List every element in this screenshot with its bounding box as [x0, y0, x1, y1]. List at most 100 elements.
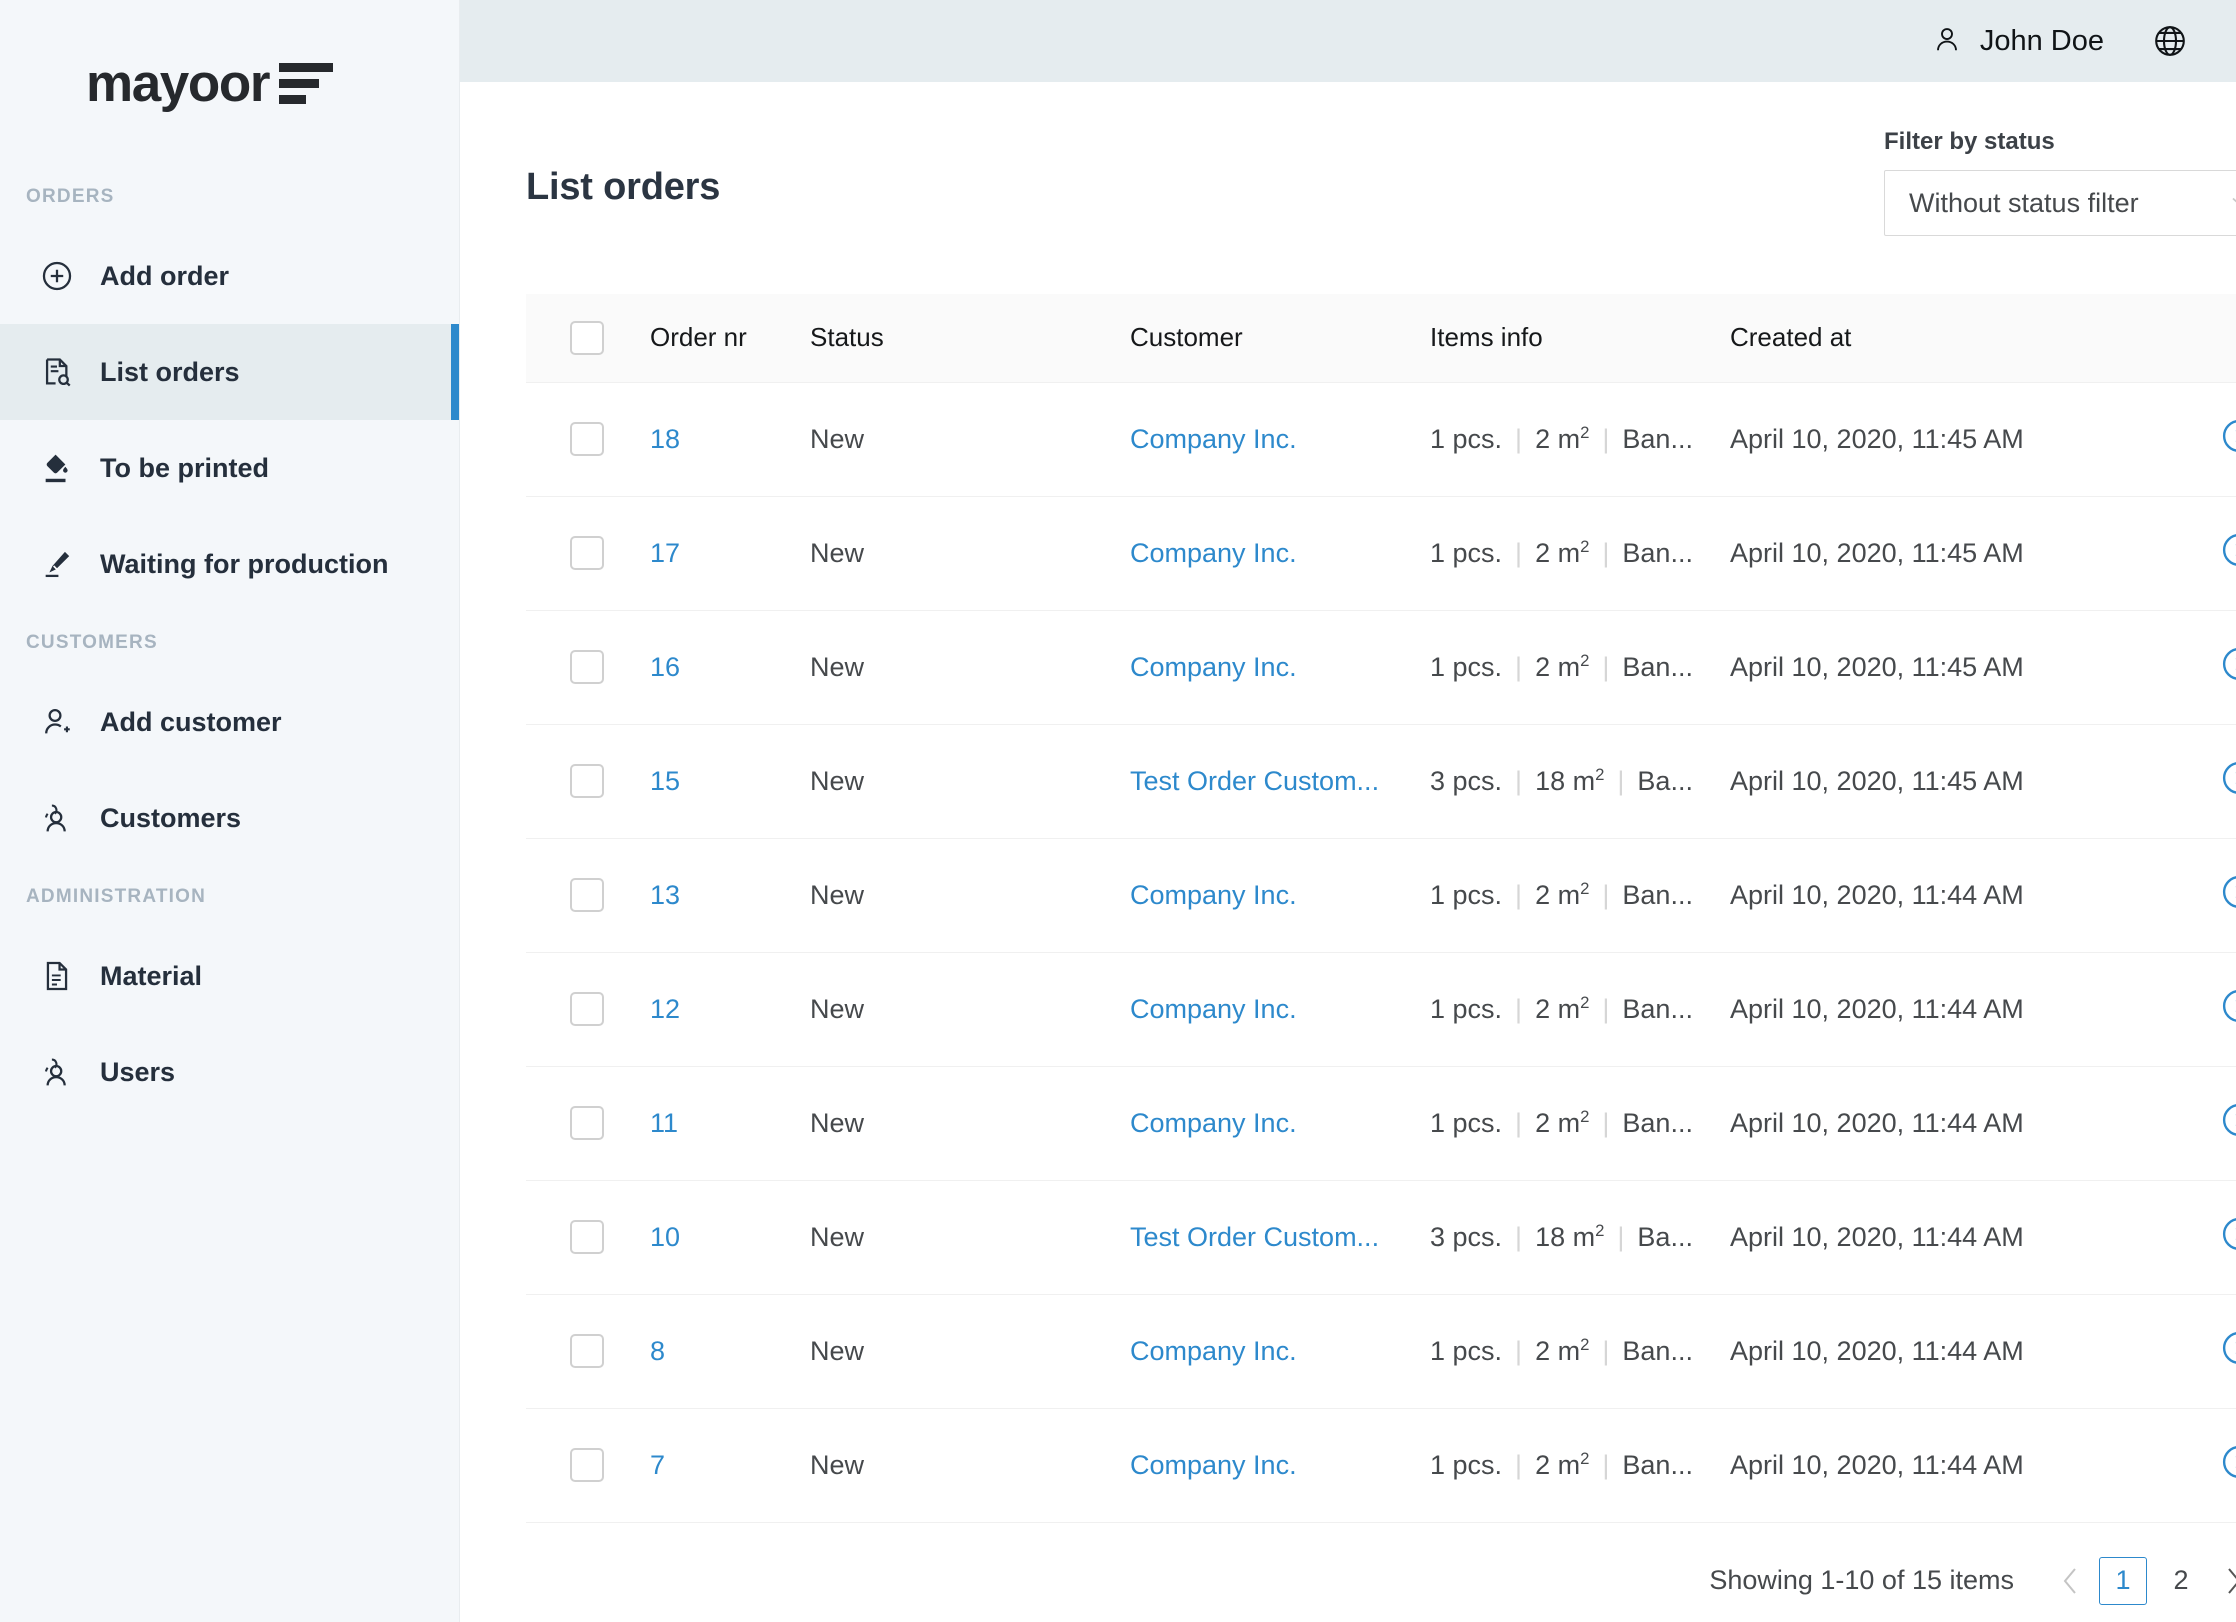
sidebar-item-waiting-for-production[interactable]: Waiting for production	[0, 516, 459, 612]
table-row[interactable]: 16 New Company Inc. 1 pcs. | 2 m2 | Ban... April…	[526, 610, 2236, 725]
cell-actions	[2160, 496, 2236, 611]
row-checkbox[interactable]	[570, 764, 604, 798]
table-row[interactable]: 17 New Company Inc. 1 pcs. | 2 m2 | Ban... April…	[526, 496, 2236, 611]
sidebar-item-customers[interactable]: Customers	[0, 770, 459, 866]
column-header-created-at[interactable]: Created at	[1730, 294, 2160, 383]
customer-link[interactable]: Company Inc.	[1130, 538, 1420, 569]
sidebar-item-label: Users	[100, 1056, 176, 1087]
customer-link[interactable]: Company Inc.	[1130, 1108, 1420, 1139]
table-row[interactable]: 8 New Company Inc. 1 pcs. | 2 m2 | Ban... April …	[526, 1294, 2236, 1409]
customer-link[interactable]: Company Inc.	[1130, 1336, 1420, 1367]
cell-items-info: 3 pcs. | 18 m2 | Ba...	[1430, 1180, 1730, 1295]
table-row[interactable]: 12 New Company Inc. 1 pcs. | 2 m2 | Ban... April…	[526, 952, 2236, 1067]
order-nr-link[interactable]: 15	[650, 766, 680, 796]
user-menu[interactable]: John Doe	[1932, 24, 2104, 59]
chevron-right-circle-icon[interactable]	[2220, 759, 2236, 797]
customer-link[interactable]: Company Inc.	[1130, 880, 1420, 911]
cell-actions	[2160, 724, 2236, 839]
chevron-right-icon[interactable]	[2210, 1558, 2236, 1604]
order-nr-link[interactable]: 8	[650, 1336, 665, 1366]
table-row[interactable]: 7 New Company Inc. 1 pcs. | 2 m2 | Ban... April …	[526, 1408, 2236, 1523]
column-header-customer[interactable]: Customer	[1130, 294, 1430, 383]
items-area: 2 m2	[1535, 1107, 1590, 1138]
sidebar-item-add-order[interactable]: Add order	[0, 228, 459, 324]
cell-customer: Company Inc.	[1130, 1066, 1430, 1181]
order-nr-link[interactable]: 11	[650, 1108, 678, 1138]
order-nr-link[interactable]: 18	[650, 424, 680, 454]
table-row[interactable]: 15 New Test Order Custom... 3 pcs. | 18 m2 | Ba…	[526, 724, 2236, 839]
order-nr-link[interactable]: 16	[650, 652, 680, 682]
select-all-header	[526, 294, 650, 383]
items-separator: |	[1602, 880, 1610, 910]
chevron-right-circle-icon[interactable]	[2220, 645, 2236, 683]
order-nr-link[interactable]: 17	[650, 538, 680, 568]
row-checkbox[interactable]	[570, 1334, 604, 1368]
showing-count: Showing 1-10 of 15 items	[1709, 1565, 2014, 1595]
bars-logo-icon	[279, 62, 334, 110]
customer-link[interactable]: Company Inc.	[1130, 994, 1420, 1025]
row-checkbox[interactable]	[570, 992, 604, 1026]
cell-status: New	[810, 1066, 1130, 1181]
status-filter-select[interactable]: Without status filter	[1884, 170, 2236, 236]
page-button-2[interactable]: 2	[2157, 1557, 2205, 1605]
globe-icon[interactable]	[2148, 19, 2192, 63]
chevron-left-icon[interactable]	[2048, 1558, 2094, 1604]
column-header-order-nr[interactable]: Order nr	[650, 294, 810, 383]
cell-items-info: 1 pcs. | 2 m2 | Ban...	[1430, 382, 1730, 497]
person-icon	[1932, 24, 1962, 59]
sidebar-item-to-be-printed[interactable]: To be printed	[0, 420, 459, 516]
cell-items-info: 1 pcs. | 2 m2 | Ban...	[1430, 838, 1730, 953]
items-material: Ba...	[1637, 766, 1693, 796]
users-icon	[40, 801, 74, 835]
select-all-checkbox[interactable]	[570, 320, 604, 355]
chevron-right-circle-icon[interactable]	[2220, 531, 2236, 569]
row-checkbox[interactable]	[570, 1220, 604, 1254]
table-row[interactable]: 18 New Company Inc. 1 pcs. | 2 m2 | Ban... April…	[526, 382, 2236, 497]
table-row[interactable]: 10 New Test Order Custom... 3 pcs. | 18 m2 | Ba…	[526, 1180, 2236, 1295]
row-checkbox[interactable]	[570, 878, 604, 912]
chevron-right-circle-icon[interactable]	[2220, 987, 2236, 1025]
sidebar-item-list-orders[interactable]: List orders	[0, 324, 459, 420]
cell-created-at: April 10, 2020, 11:45 AM	[1730, 610, 2160, 725]
cell-actions	[2160, 1408, 2236, 1523]
table-row[interactable]: 11 New Company Inc. 1 pcs. | 2 m2 | Ban... April…	[526, 1066, 2236, 1181]
brand-logo[interactable]: mayoor	[0, 0, 459, 166]
order-nr-link[interactable]: 10	[650, 1222, 680, 1252]
order-nr-link[interactable]: 7	[650, 1450, 665, 1480]
cell-items-info: 1 pcs. | 2 m2 | Ban...	[1430, 610, 1730, 725]
cell-actions	[2160, 610, 2236, 725]
column-header-items-info[interactable]: Items info	[1430, 294, 1730, 383]
page-button-1[interactable]: 1	[2099, 1556, 2147, 1605]
chevron-right-circle-icon[interactable]	[2220, 1329, 2236, 1367]
chevron-right-circle-icon[interactable]	[2220, 1101, 2236, 1139]
row-checkbox[interactable]	[570, 422, 604, 456]
cell-customer: Company Inc.	[1130, 496, 1430, 611]
customer-link[interactable]: Test Order Custom...	[1130, 766, 1420, 797]
row-checkbox[interactable]	[570, 650, 604, 684]
items-material: Ban...	[1622, 538, 1693, 568]
cell-items-info: 1 pcs. | 2 m2 | Ban...	[1430, 1066, 1730, 1181]
sidebar-item-users[interactable]: Users	[0, 1024, 459, 1120]
sidebar-item-add-customer[interactable]: Add customer	[0, 674, 459, 770]
column-header-status[interactable]: Status	[810, 294, 1130, 383]
customer-link[interactable]: Test Order Custom...	[1130, 1222, 1420, 1253]
user-name: John Doe	[1979, 24, 2104, 57]
cell-order-nr: 17	[650, 496, 810, 611]
order-nr-link[interactable]: 13	[650, 880, 680, 910]
order-nr-link[interactable]: 12	[650, 994, 680, 1024]
customer-link[interactable]: Company Inc.	[1130, 424, 1420, 455]
chevron-right-circle-icon[interactable]	[2220, 1215, 2236, 1253]
items-pieces: 1 pcs.	[1430, 424, 1503, 454]
chevron-right-circle-icon[interactable]	[2220, 1443, 2236, 1481]
customer-link[interactable]: Company Inc.	[1130, 652, 1420, 683]
sidebar-item-material[interactable]: Material	[0, 928, 459, 1024]
row-checkbox[interactable]	[570, 536, 604, 570]
row-checkbox[interactable]	[570, 1106, 604, 1140]
items-area: 2 m2	[1535, 651, 1590, 682]
table-row[interactable]: 13 New Company Inc. 1 pcs. | 2 m2 | Ban... April…	[526, 838, 2236, 953]
row-checkbox[interactable]	[570, 1448, 604, 1482]
chevron-right-circle-icon[interactable]	[2220, 417, 2236, 455]
customer-link[interactable]: Company Inc.	[1130, 1450, 1420, 1481]
cell-customer: Company Inc.	[1130, 610, 1430, 725]
chevron-right-circle-icon[interactable]	[2220, 873, 2236, 911]
